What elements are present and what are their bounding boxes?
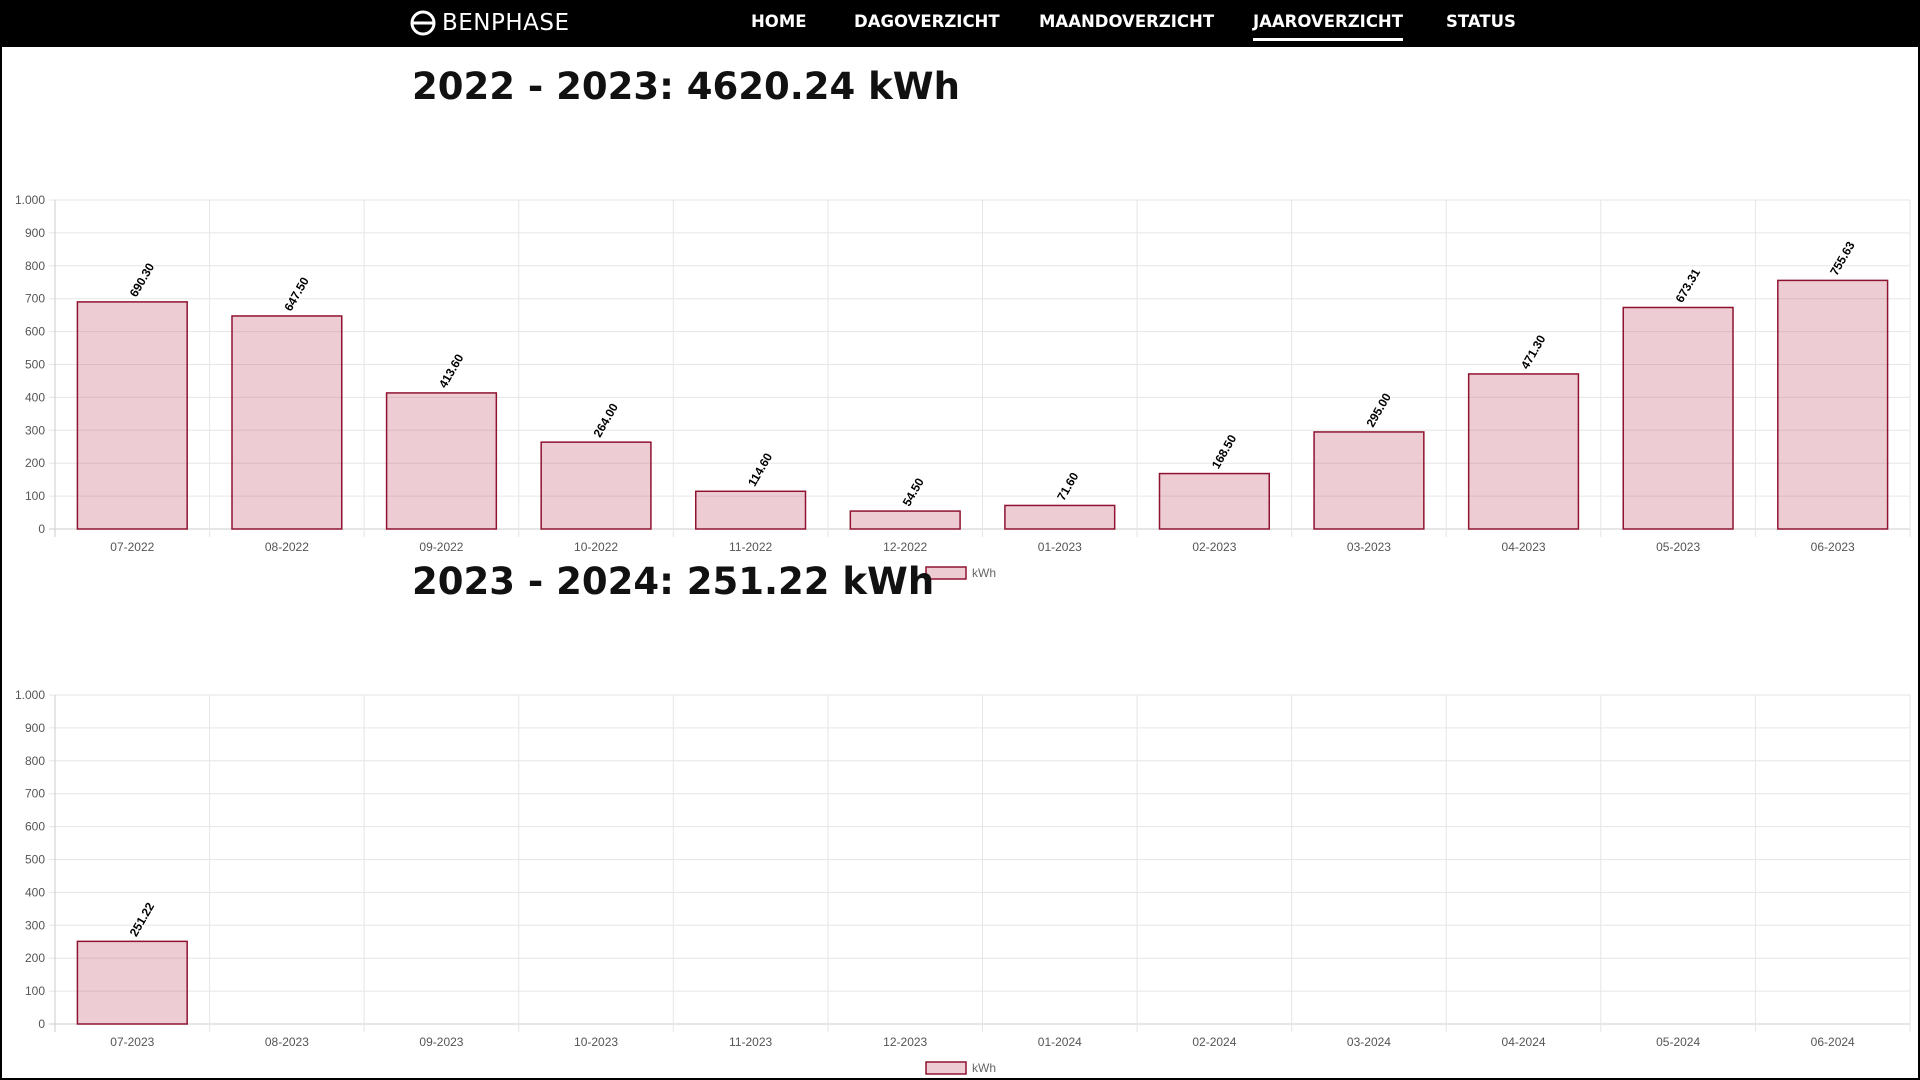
x-tick-label: 09-2022: [419, 540, 463, 554]
y-tick-label: 0: [38, 522, 45, 536]
x-tick-label: 04-2023: [1502, 540, 1546, 554]
x-tick-label: 10-2022: [574, 540, 618, 554]
x-tick-label: 11-2023: [729, 1035, 772, 1049]
x-tick-label: 05-2024: [1656, 1035, 1700, 1049]
section-title-2022-2023: 2022 - 2023: 4620.24 kWh: [412, 65, 960, 108]
x-tick-label: 02-2024: [1192, 1035, 1236, 1049]
y-tick-label: 100: [25, 489, 45, 503]
x-tick-label: 03-2024: [1347, 1035, 1391, 1049]
x-tick-label: 07-2023: [110, 1035, 154, 1049]
data-label: 251.22: [127, 900, 158, 939]
brand-name: BENPHASE: [442, 10, 570, 36]
data-label: 471.30: [1518, 332, 1549, 371]
bar-07-2022[interactable]: [76, 301, 188, 530]
data-label: 413.60: [436, 351, 467, 390]
y-tick-label: 800: [25, 754, 45, 768]
legend-label[interactable]: kWh: [972, 566, 996, 580]
x-tick-label: 09-2023: [419, 1035, 463, 1049]
section-title-2023-2024: 2023 - 2024: 251.22 kWh: [412, 560, 935, 603]
bar-04-2023[interactable]: [1467, 373, 1580, 530]
y-tick-label: 300: [25, 918, 45, 932]
y-tick-label: 1.000: [15, 193, 45, 207]
x-tick-label: 02-2023: [1192, 540, 1236, 554]
x-tick-label: 12-2022: [883, 540, 927, 554]
y-tick-label: 700: [25, 292, 45, 306]
nav-status[interactable]: STATUS: [1446, 12, 1516, 31]
nav-home[interactable]: HOME: [751, 12, 807, 31]
x-tick-label: 03-2023: [1347, 540, 1391, 554]
bar-02-2023[interactable]: [1158, 472, 1271, 530]
nav-maandoverzicht[interactable]: MAANDOVERZICHT: [1039, 12, 1214, 31]
data-label: 295.00: [1363, 390, 1394, 429]
top-navbar: BENPHASE HOME DAGOVERZICHT MAANDOVERZICH…: [0, 0, 1920, 47]
y-tick-label: 300: [25, 423, 45, 437]
bar-12-2022[interactable]: [849, 510, 961, 530]
x-tick-label: 08-2023: [265, 1035, 309, 1049]
y-tick-label: 900: [25, 226, 45, 240]
legend-label[interactable]: kWh: [972, 1061, 996, 1075]
bar-10-2022[interactable]: [540, 441, 652, 530]
bar-01-2023[interactable]: [1004, 504, 1116, 530]
y-tick-label: 600: [25, 325, 45, 339]
bar-09-2022[interactable]: [385, 392, 498, 530]
y-tick-label: 400: [25, 390, 45, 404]
y-tick-label: 1.000: [15, 688, 45, 702]
y-tick-label: 200: [25, 456, 45, 470]
x-tick-label: 06-2023: [1811, 540, 1855, 554]
x-tick-label: 07-2022: [110, 540, 154, 554]
y-tick-label: 0: [38, 1017, 45, 1031]
x-tick-label: 12-2023: [883, 1035, 927, 1049]
chart-2022-2023: 0 100 200 300 400 500 600 700 800 900 1.000 07-2022…: [15, 193, 1911, 580]
x-tick-label: 04-2024: [1502, 1035, 1546, 1049]
y-tick-label: 900: [25, 721, 45, 735]
y-tick-label: 200: [25, 951, 45, 965]
chart-2023-2024: 0 100 200 300 400 500 600 700 800 900 1.000 07-2023…: [15, 688, 1911, 1075]
data-label: 71.60: [1054, 470, 1081, 503]
bar-08-2022[interactable]: [231, 315, 343, 530]
data-label: 168.50: [1209, 432, 1240, 471]
y-tick-label: 500: [25, 358, 45, 372]
data-label: 755.63: [1827, 239, 1858, 278]
x-tick-label: 08-2022: [265, 540, 309, 554]
y-tick-label: 500: [25, 853, 45, 867]
y-tick-label: 700: [25, 787, 45, 801]
bar-11-2022[interactable]: [694, 490, 807, 530]
bar-07-2023[interactable]: [76, 940, 188, 1025]
x-tick-label: 10-2023: [574, 1035, 618, 1049]
bar-05-2023[interactable]: [1622, 306, 1734, 530]
content-area: 2022 - 2023: 4620.24 kWh 0 100 200 300 400 50…: [2, 47, 1918, 1078]
y-tick-label: 800: [25, 259, 45, 273]
legend-swatch[interactable]: [925, 1061, 967, 1075]
brand-logo[interactable]: BENPHASE: [409, 9, 570, 37]
y-tick-label: 600: [25, 820, 45, 834]
x-tick-label: 01-2023: [1038, 540, 1082, 554]
nav-jaaroverzicht[interactable]: JAAROVERZICHT: [1253, 12, 1403, 41]
y-tick-label: 100: [25, 984, 45, 998]
bar-06-2023[interactable]: [1777, 279, 1889, 530]
data-label: 647.50: [281, 274, 312, 313]
nav-dagoverzicht[interactable]: DAGOVERZICHT: [854, 12, 1000, 31]
data-label: 114.60: [745, 450, 775, 488]
y-tick-label: 400: [25, 885, 45, 899]
benphase-logo-icon: [410, 10, 436, 36]
x-tick-label: 05-2023: [1656, 540, 1700, 554]
data-label: 264.00: [591, 401, 622, 440]
x-tick-label: 11-2022: [729, 540, 772, 554]
bar-03-2023[interactable]: [1313, 431, 1425, 530]
data-label: 54.50: [900, 475, 927, 508]
x-tick-label: 06-2024: [1811, 1035, 1855, 1049]
x-tick-label: 01-2024: [1038, 1035, 1082, 1049]
